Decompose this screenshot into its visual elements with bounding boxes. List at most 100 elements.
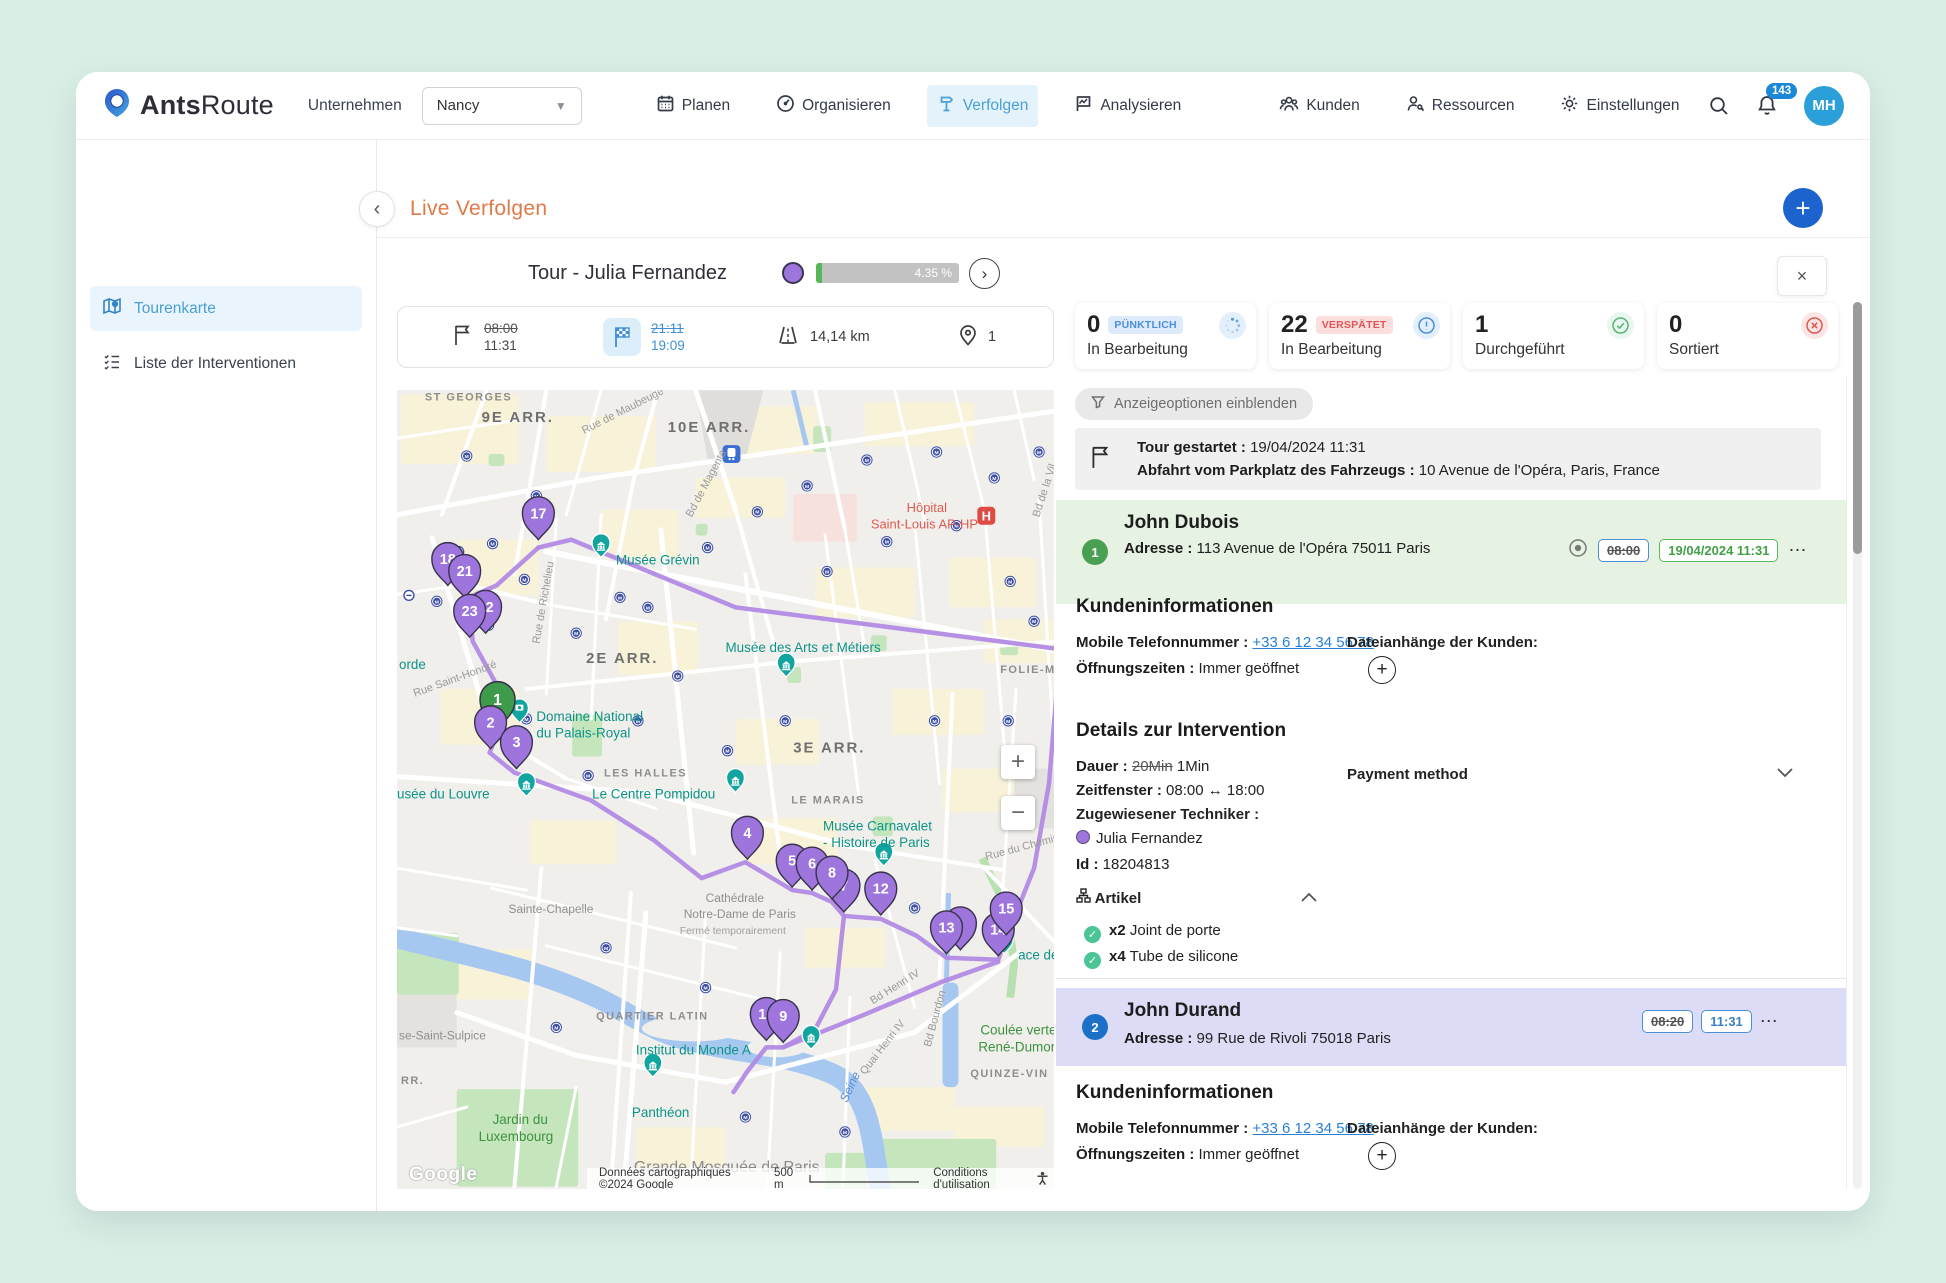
display-options-button[interactable]: Anzeigeoptionen einblenden (1075, 388, 1313, 420)
map-canvas[interactable]: MMMMMMMMMMMMMMMMMMMMMMMMMMMMMMMMMMMHST G… (397, 390, 1054, 1189)
metro-icon: M (551, 1022, 561, 1032)
map-zoom-in-button[interactable]: + (1001, 745, 1035, 779)
add-attachment-button[interactable]: + (1368, 656, 1396, 684)
spinner-icon (1219, 312, 1246, 339)
hospital-icon[interactable]: H (977, 507, 995, 525)
planned-end-time: 21:11 (651, 320, 685, 337)
svg-text:M: M (725, 749, 729, 755)
planned-time-pill[interactable]: 08:20 (1642, 1010, 1693, 1033)
map-street (735, 510, 775, 649)
museum-pin-icon[interactable] (517, 773, 535, 797)
map-label: Jardin du (493, 1112, 548, 1127)
svg-text:M: M (490, 542, 494, 548)
accessibility-icon[interactable] (1035, 1171, 1050, 1186)
svg-text:M: M (1032, 619, 1036, 625)
nav-label: Ressourcen (1432, 97, 1515, 115)
payment-expand-chevron[interactable] (1776, 766, 1794, 784)
nav-einstellungen[interactable]: Einstellungen (1550, 85, 1689, 127)
map-label: QUARTIER LATIN (596, 1010, 708, 1022)
panel-scrollbar-thumb[interactable] (1853, 302, 1862, 554)
svg-text:M: M (755, 510, 759, 516)
add-button[interactable]: + (1783, 188, 1823, 228)
map-label: usée du Louvre (397, 786, 490, 801)
articles-icon (1076, 890, 1091, 907)
svg-text:M: M (805, 484, 809, 490)
articles-collapse-chevron[interactable] (1300, 890, 1318, 908)
stat-card-verspaetet: 22VERSPÄTET In Bearbeitung (1269, 303, 1450, 369)
sidebar-item-interventionen[interactable]: Liste der Interventionen (90, 341, 362, 386)
actual-time-pill[interactable]: 11:31 (1701, 1010, 1752, 1033)
signpost-icon (937, 94, 956, 118)
avatar[interactable]: MH (1804, 86, 1844, 126)
sidebar-item-tourenkarte[interactable]: Tourenkarte (90, 286, 362, 331)
duration-row: Dauer : 20Min 1Min (1076, 758, 1209, 775)
svg-text:H: H (982, 509, 991, 524)
metro-icon: M (1034, 447, 1044, 457)
tour-end-times: 21:1119:09 (603, 307, 685, 367)
metro-icon: M (909, 903, 919, 913)
stat-label: Sortiert (1669, 341, 1826, 359)
target-icon[interactable] (1568, 538, 1588, 563)
svg-text:12: 12 (873, 882, 889, 898)
tour-distance: 14,14 km (776, 307, 870, 367)
nav-planen[interactable]: Planen (646, 85, 740, 127)
svg-text:M: M (825, 569, 829, 575)
map-label: Musée Grévin (616, 553, 700, 568)
add-attachment-button[interactable]: + (1368, 1142, 1396, 1170)
actual-end-time: 19:09 (651, 337, 685, 354)
back-button[interactable]: ‹ (359, 191, 395, 227)
map-label: 2E ARR. (586, 650, 658, 667)
close-panel-button[interactable]: × (1777, 256, 1827, 296)
stat-value: 0 (1087, 311, 1100, 339)
map-stop-marker-3[interactable]: 3 (501, 726, 533, 769)
tour-start-label: Tour gestartet : (1137, 439, 1246, 456)
more-options-button[interactable]: ⋯ (1788, 540, 1807, 561)
map-label: Fermé temporairement (680, 926, 786, 937)
map-pin-icon (958, 323, 978, 352)
notifications-bell-icon[interactable]: 143 (1756, 94, 1778, 117)
files-label: Dateianhänge der Kunden: (1347, 1120, 1538, 1137)
map-label: orde (399, 657, 426, 672)
plus-icon: + (1011, 748, 1025, 776)
map-park (489, 454, 505, 466)
info-icon[interactable] (1413, 312, 1440, 339)
svg-text:M: M (574, 631, 578, 637)
planned-time-pill[interactable]: 08:00 (1598, 539, 1649, 562)
map-stop-marker-17[interactable]: 17 (522, 497, 554, 540)
nav-analysieren[interactable]: Analysieren (1064, 85, 1191, 127)
nav-ressourcen[interactable]: Ressourcen (1396, 85, 1525, 127)
map-stop-marker-9[interactable]: 9 (767, 1000, 799, 1043)
chevron-left-icon: ‹ (374, 198, 381, 221)
flag-icon (452, 323, 474, 352)
stop-name: John Durand (1124, 1000, 1241, 1022)
person-key-icon (1406, 94, 1425, 118)
company-select[interactable]: Nancy ▼ (422, 87, 582, 125)
map-zoom-out-button[interactable]: − (1001, 796, 1035, 830)
actual-time-pill[interactable]: 19/04/2024 11:31 (1659, 539, 1778, 562)
svg-text:M: M (783, 719, 787, 725)
nav-kunden[interactable]: Kunden (1269, 85, 1369, 127)
nav-verfolgen[interactable]: Verfolgen (927, 85, 1039, 127)
nav-label: Organisieren (802, 97, 891, 115)
svg-text:17: 17 (530, 506, 546, 522)
plus-icon: + (1795, 193, 1810, 224)
map-terms-link[interactable]: Conditions d'utilisation (933, 1167, 1021, 1190)
metro-icon: M (583, 770, 593, 780)
more-options-button[interactable]: ⋯ (1760, 1011, 1779, 1032)
notifications-badge: 143 (1766, 83, 1797, 99)
map[interactable]: MMMMMMMMMMMMMMMMMMMMMMMMMMMMMMMMMMMHST G… (397, 390, 1054, 1189)
technician-label: Zugewiesener Techniker : (1076, 806, 1259, 823)
brand-logo[interactable]: AntsRoute (102, 87, 274, 124)
gauge-icon (776, 94, 795, 118)
map-label: QUINZE-VIN (970, 1068, 1048, 1080)
map-street (397, 868, 526, 890)
stop-number-badge: 1 (1082, 539, 1108, 565)
map-stop-marker-12[interactable]: 12 (865, 872, 897, 915)
museum-pin-icon[interactable] (726, 769, 744, 793)
tour-next-button[interactable]: › (969, 258, 1000, 289)
search-icon[interactable] (1708, 95, 1730, 117)
map-label: Coulée verte (980, 1022, 1054, 1037)
stat-value: 0 (1669, 311, 1682, 339)
nav-organisieren[interactable]: Organisieren (766, 85, 901, 127)
map-label: Institut du Monde A (636, 1042, 751, 1057)
